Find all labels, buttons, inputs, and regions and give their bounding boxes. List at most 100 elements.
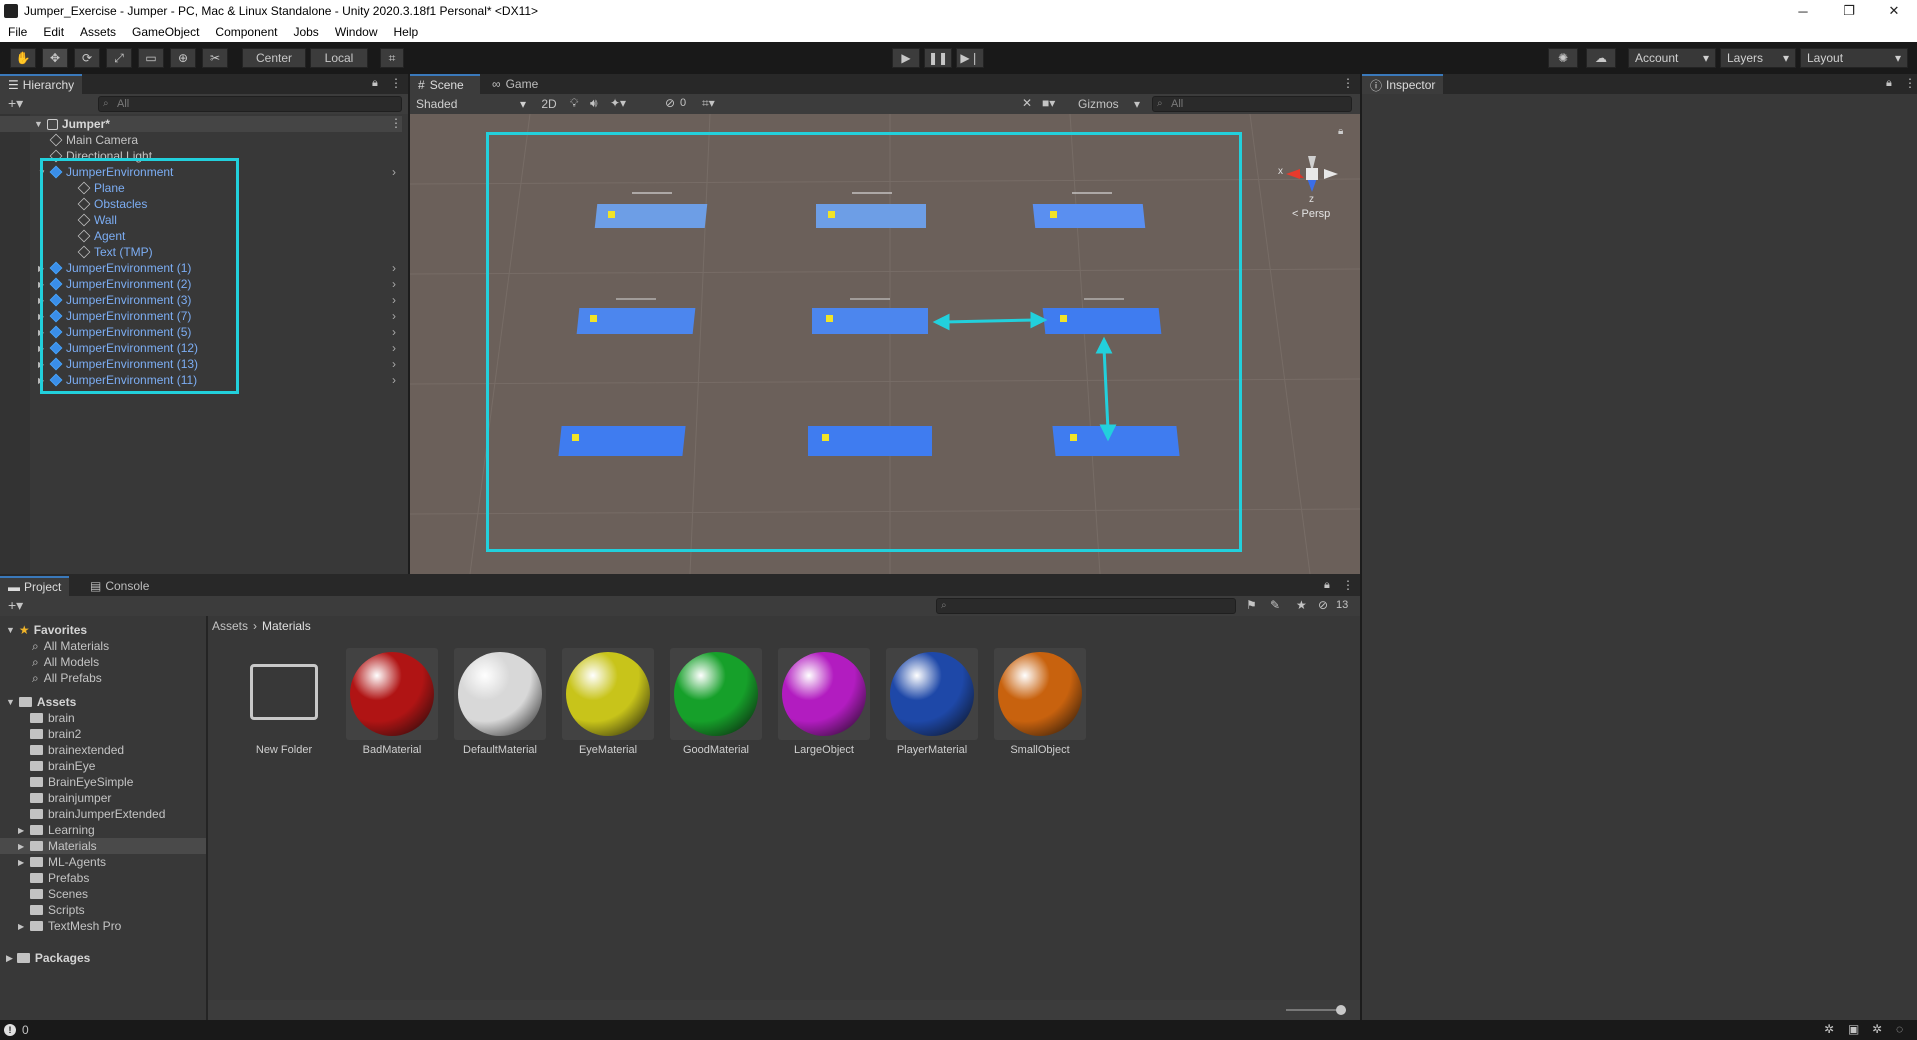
layers-dropdown[interactable]: Layers ▾ (1720, 48, 1796, 68)
favorite-item[interactable]: ⌕ All Materials (32, 638, 109, 654)
hidden-objects-icon[interactable]: ⊘ (665, 96, 675, 110)
material-tile[interactable] (670, 648, 762, 740)
asset-folder-item[interactable]: Scenes (0, 886, 206, 902)
menu-assets[interactable]: Assets (80, 25, 116, 39)
transform-tool-icon[interactable]: ⊕ (170, 48, 196, 68)
chevron-right-icon[interactable]: ▶ (18, 826, 30, 835)
prefab-open-icon[interactable]: › (392, 261, 396, 275)
pivot-center-button[interactable]: Center (242, 48, 306, 68)
lighting-icon[interactable]: 💡︎ (570, 96, 578, 111)
progress-icon[interactable]: ◌ (1896, 1022, 1903, 1036)
asset-folder-item[interactable]: ▶ ML-Agents (0, 854, 206, 870)
material-tile[interactable] (346, 648, 438, 740)
asset-folder-item[interactable]: brain (0, 710, 206, 726)
account-dropdown[interactable]: Account ▾ (1628, 48, 1716, 68)
lighting-bake-icon[interactable]: ✲ (1872, 1022, 1882, 1036)
projection-persp-label[interactable]: < Persp (1292, 208, 1330, 220)
move-tool-icon[interactable]: ✥ (42, 48, 68, 68)
add-dropdown-icon[interactable]: +▾ (8, 597, 23, 614)
pivot-local-button[interactable]: Local (310, 48, 368, 68)
asset-folder-item[interactable]: brainjumper (0, 790, 206, 806)
maximize-button[interactable]: ❐ (1826, 0, 1872, 22)
prefab-open-icon[interactable]: › (392, 309, 396, 323)
scene-search-input[interactable]: ⌕ All (1152, 96, 1352, 112)
asset-folder-item[interactable]: brainJumperExtended (0, 806, 206, 822)
audio-icon[interactable]: 🔊︎ (590, 96, 598, 111)
tab-project[interactable]: ▬ Project (0, 576, 70, 596)
cache-icon[interactable]: ▣ (1848, 1022, 1859, 1036)
tab-game[interactable]: ∞ Game (484, 74, 554, 94)
grid-toggle-icon[interactable]: ⌗▾ (702, 96, 715, 111)
gizmos-dropdown[interactable]: Gizmos ▾ (1074, 95, 1144, 113)
lock-icon[interactable]: 🔒︎ (1324, 579, 1330, 592)
asset-folder-item[interactable]: Prefabs (0, 870, 206, 886)
lock-icon[interactable]: 🔒︎ (1338, 126, 1343, 137)
scene-viewport[interactable]: x z < Persp 🔒︎ (410, 114, 1360, 574)
breadcrumb-assets[interactable]: Assets (212, 619, 248, 633)
pause-icon[interactable]: ❚❚ (924, 48, 952, 68)
minimize-button[interactable]: ─ (1780, 0, 1826, 22)
tab-hierarchy[interactable]: ☰ Hierarchy (0, 74, 83, 94)
debug-icon[interactable]: ✲ (1824, 1022, 1834, 1036)
new-folder-tile[interactable] (238, 648, 330, 740)
grid-snap-icon[interactable]: ⌗ (380, 48, 404, 68)
kebab-menu-icon[interactable]: ⋮ (1904, 76, 1916, 90)
asset-folder-item[interactable]: BrainEyeSimple (0, 774, 206, 790)
chevron-right-icon[interactable]: ▶ (18, 858, 30, 867)
prefab-open-icon[interactable]: › (392, 373, 396, 387)
breadcrumb-materials[interactable]: Materials (262, 619, 311, 633)
menu-component[interactable]: Component (215, 25, 277, 39)
step-icon[interactable]: ▶❘ (956, 48, 984, 68)
prefab-open-icon[interactable]: › (392, 325, 396, 339)
material-tile[interactable] (886, 648, 978, 740)
effects-icon[interactable]: ✦▾ (610, 96, 626, 110)
prefab-open-icon[interactable]: › (392, 277, 396, 291)
hierarchy-item[interactable]: Main Camera (0, 132, 402, 148)
cloud-icon[interactable]: ☁ (1586, 48, 1616, 68)
menu-edit[interactable]: Edit (43, 25, 64, 39)
material-tile[interactable] (562, 648, 654, 740)
favorites-section[interactable]: ▼ ★ Favorites (6, 622, 87, 638)
custom-tool-icon[interactable]: ✂ (202, 48, 228, 68)
asset-folder-item[interactable]: ▶ Learning (0, 822, 206, 838)
tab-inspector[interactable]: ⓘ Inspector (1362, 74, 1444, 94)
rect-tool-icon[interactable]: ▭ (138, 48, 164, 68)
2d-toggle[interactable]: 2D (536, 95, 562, 113)
hierarchy-search-input[interactable]: ⌕ All (98, 96, 402, 112)
prefab-open-icon[interactable]: › (392, 341, 396, 355)
layout-dropdown[interactable]: Layout ▾ (1800, 48, 1908, 68)
asset-folder-item[interactable]: ▶ Materials (0, 838, 206, 854)
camera-icon[interactable]: ■▾ (1042, 96, 1055, 110)
material-tile[interactable] (454, 648, 546, 740)
kebab-menu-icon[interactable]: ⋮ (1342, 578, 1354, 592)
packages-section[interactable]: ▶ Packages (6, 950, 90, 966)
kebab-menu-icon[interactable]: ⋮ (1342, 76, 1354, 90)
asset-folder-item[interactable]: ▶ TextMesh Pro (0, 918, 206, 934)
kebab-menu-icon[interactable]: ⋮ (390, 76, 402, 90)
shading-mode-dropdown[interactable]: Shaded ▾ (412, 95, 530, 113)
favorite-item[interactable]: ⌕ All Models (32, 654, 99, 670)
chevron-right-icon[interactable]: ▶ (18, 922, 30, 931)
menu-gameobject[interactable]: GameObject (132, 25, 199, 39)
prefab-open-icon[interactable]: › (392, 293, 396, 307)
prefab-open-icon[interactable]: › (392, 165, 396, 179)
tab-scene[interactable]: # Scene (410, 74, 480, 94)
search-by-type-icon[interactable]: ⚑ (1246, 598, 1257, 612)
scale-tool-icon[interactable]: ⤢ (106, 48, 132, 68)
menu-help[interactable]: Help (394, 25, 419, 39)
lock-icon[interactable]: 🔒︎ (372, 77, 378, 90)
favorite-star-icon[interactable]: ★ (1296, 598, 1307, 612)
close-button[interactable]: ✕ (1871, 0, 1917, 22)
hidden-packages-icon[interactable]: ⊘ (1318, 598, 1328, 612)
play-icon[interactable]: ▶ (892, 48, 920, 68)
prefab-open-icon[interactable]: › (392, 357, 396, 371)
hand-tool-icon[interactable]: ✋ (10, 48, 36, 68)
chevron-right-icon[interactable]: ▶ (18, 842, 30, 851)
project-search-input[interactable]: ⌕ (936, 598, 1236, 614)
menu-jobs[interactable]: Jobs (293, 25, 318, 39)
favorite-item[interactable]: ⌕ All Prefabs (32, 670, 102, 686)
menu-file[interactable]: File (8, 25, 27, 39)
material-tile[interactable] (994, 648, 1086, 740)
asset-folder-item[interactable]: brain2 (0, 726, 206, 742)
icon-size-slider-handle[interactable] (1336, 1005, 1346, 1015)
